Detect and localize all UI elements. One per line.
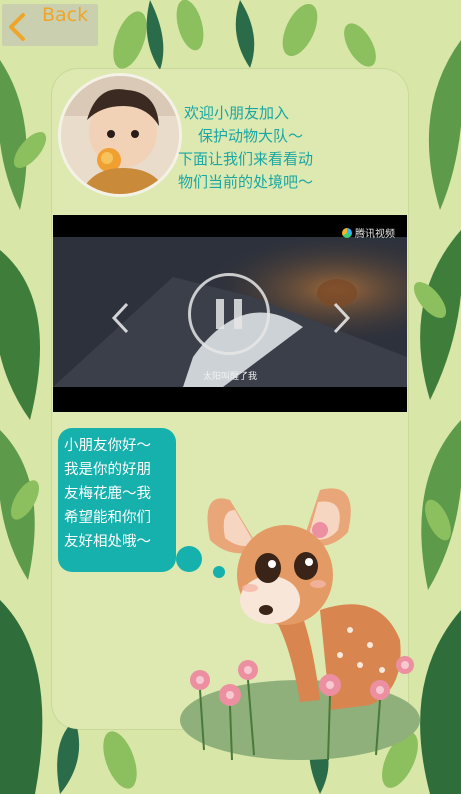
welcome-line: 欢迎小朋友加入 bbox=[184, 104, 290, 122]
video-brand: 腾讯视频 bbox=[342, 225, 395, 240]
pause-icon bbox=[216, 299, 224, 329]
back-label: Back bbox=[42, 4, 89, 26]
welcome-line: 物们当前的处境吧～ bbox=[178, 173, 314, 191]
speech-text: 小朋友你好～ 我是你的好朋 友梅花鹿～我 希望能和你们 友好相处哦～ bbox=[64, 434, 176, 554]
child-photo bbox=[61, 76, 179, 194]
child-avatar bbox=[58, 73, 182, 197]
speech-line: 友梅花鹿～我 bbox=[64, 486, 151, 502]
welcome-line: 保护动物大队～ bbox=[198, 127, 304, 145]
speech-line: 希望能和你们 bbox=[64, 510, 151, 526]
chevron-right-icon[interactable] bbox=[331, 301, 353, 335]
deer-illustration bbox=[180, 488, 420, 761]
welcome-message: 欢迎小朋友加入 保护动物大队～ 下面让我们来看看动 物们当前的处境吧～ bbox=[178, 102, 354, 194]
video-brand-label: 腾讯视频 bbox=[355, 229, 395, 240]
back-button[interactable]: Back bbox=[2, 4, 98, 46]
speech-bubble: 小朋友你好～ 我是你的好朋 友梅花鹿～我 希望能和你们 友好相处哦～ bbox=[58, 428, 176, 572]
speech-line: 小朋友你好～ bbox=[64, 438, 151, 454]
video-player[interactable]: 腾讯视频 太阳叫醒了我 bbox=[53, 215, 407, 412]
speech-line: 友好相处哦～ bbox=[64, 534, 151, 550]
tencent-video-logo-icon bbox=[342, 227, 352, 238]
pause-button[interactable] bbox=[188, 273, 270, 355]
chevron-left-icon[interactable] bbox=[109, 301, 131, 335]
pause-icon bbox=[234, 299, 242, 329]
speech-line: 我是你的好朋 bbox=[64, 462, 151, 478]
chevron-left-icon bbox=[9, 13, 25, 41]
video-subtitle: 太阳叫醒了我 bbox=[202, 372, 257, 382]
welcome-line: 下面让我们来看看动 bbox=[178, 150, 314, 168]
